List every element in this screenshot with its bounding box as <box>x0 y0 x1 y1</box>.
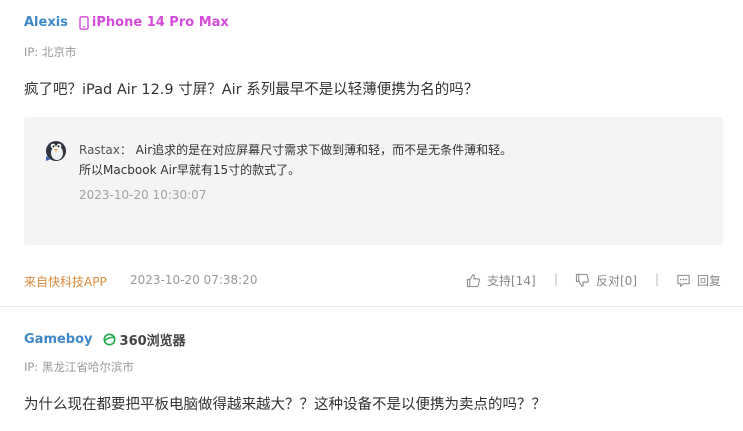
quote-text-line2: 所以Macbook Air早就有15寸的款式了。 <box>79 163 301 177</box>
device-name: 360浏览器 <box>119 334 186 349</box>
thumbs-down-icon <box>575 273 589 287</box>
quote-first-line: Rastax： Air追求的是在对应屏幕尺寸需求下做到薄和轻，而不是无条件薄和轻… <box>79 141 512 158</box>
oppose-count: 反对[0] <box>596 274 637 288</box>
device-tag: 360浏览器 <box>102 330 186 349</box>
comment-header: Gameboy 360浏览器 <box>24 330 186 349</box>
comment-text: 疯了吧？iPad Air 12.9 寸屏？Air 系列最早不是以轻薄便携为名的吗… <box>24 82 479 98</box>
comment-text: 为什么现在都要把平板电脑做得越来越大？？这种设备不是以便携为卖点的吗？？ <box>24 397 546 413</box>
separator: | <box>554 272 559 286</box>
reply-label: 回复 <box>697 274 722 288</box>
source-label[interactable]: 来自快科技APP <box>24 273 107 290</box>
browser-360-icon <box>102 333 116 346</box>
support-count: 支持[14] <box>487 274 536 288</box>
username[interactable]: Gameboy <box>24 332 93 347</box>
reply-button[interactable]: 回复 <box>676 272 721 289</box>
comment-header: Alexis iPhone 14 Pro Max <box>24 15 229 30</box>
ip-location: IP: 北京市 <box>24 45 77 59</box>
chat-bubble-icon <box>677 274 690 287</box>
quote-text: Air追求的是在对应屏幕尺寸需求下做到薄和轻，而不是无条件薄和轻。 <box>135 143 513 157</box>
quote-timestamp: 2023-10-20 10:30:07 <box>79 188 207 202</box>
username[interactable]: Alexis <box>24 15 68 30</box>
device-name: iPhone 14 Pro Max <box>91 15 229 30</box>
ip-location: IP: 黑龙江省哈尔滨市 <box>24 360 134 374</box>
separator: | <box>655 272 660 286</box>
support-button[interactable]: 支持[14] <box>466 272 536 289</box>
thumbs-up-icon <box>466 274 480 288</box>
comment-footer: 来自快科技APP 2023-10-20 07:38:20 支持[14] | 反对… <box>24 272 724 290</box>
oppose-button[interactable]: 反对[0] <box>575 272 637 289</box>
quote-author[interactable]: Rastax： <box>79 143 132 157</box>
comment-item: Alexis iPhone 14 Pro Max IP: 北京市 疯了吧？iPa… <box>0 0 743 306</box>
comment-item: Gameboy 360浏览器 IP: 黑龙江省哈尔滨市 为什么现在都要把平板电脑… <box>0 306 743 431</box>
quoted-reply: Rastax： Air追求的是在对应屏幕尺寸需求下做到薄和轻，而不是无条件薄和轻… <box>24 117 723 245</box>
phone-icon <box>79 15 89 30</box>
device-tag: iPhone 14 Pro Max <box>78 15 229 30</box>
penguin-avatar[interactable] <box>43 136 69 162</box>
comment-timestamp: 2023-10-20 07:38:20 <box>130 273 258 287</box>
